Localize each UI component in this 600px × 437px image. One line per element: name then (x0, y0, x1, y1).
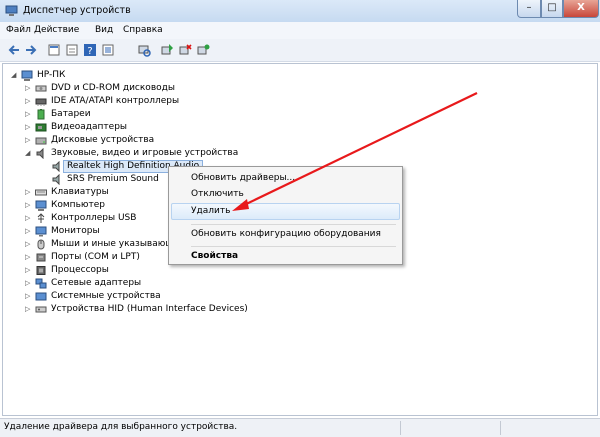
annotation-arrow (232, 92, 478, 211)
status-divider (400, 421, 401, 435)
status-text: Удаление драйвера для выбранного устройс… (4, 422, 238, 432)
status-divider (500, 421, 501, 435)
status-bar: Удаление драйвера для выбранного устройс… (0, 418, 600, 437)
